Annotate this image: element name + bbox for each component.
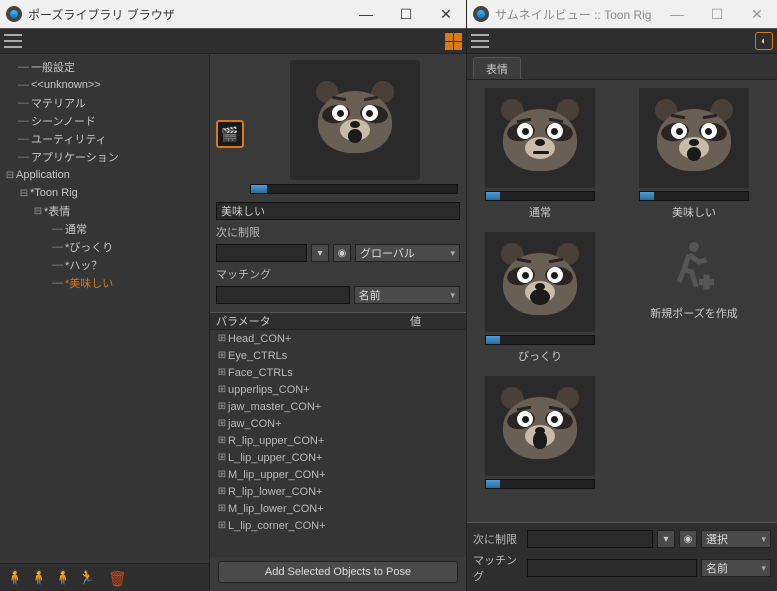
clapper-icon[interactable]: 🎬 — [216, 120, 244, 148]
tree-item[interactable]: *表情 — [44, 203, 70, 219]
matching-dropdown[interactable]: 名前 — [354, 286, 460, 304]
matching-input[interactable] — [527, 559, 697, 577]
pose-label: 美味しい — [672, 204, 716, 220]
tab-expressions[interactable]: 表情 — [473, 57, 521, 79]
select-dropdown[interactable]: 選択 — [701, 530, 771, 548]
param-item[interactable]: Face_CTRLs — [228, 367, 293, 379]
pose-preview — [290, 60, 420, 180]
minimize-button[interactable]: — — [657, 0, 697, 28]
character-icon[interactable] — [755, 32, 773, 50]
thumbnail-grid: 通常 美味しい びっくり 新規ポーズを作成 — [467, 80, 777, 522]
limit-dropdown-toggle[interactable]: ▾ — [311, 244, 329, 262]
param-item[interactable]: Eye_CTRLs — [228, 350, 287, 362]
add-pose-icon[interactable]: 🏃 — [78, 569, 96, 587]
window-title: サムネイルビュー :: Toon Rig — [495, 6, 657, 23]
matching-label: マッチング — [473, 552, 523, 584]
param-item[interactable]: R_lip_lower_CON+ — [228, 486, 322, 498]
limit-dropdown-toggle[interactable]: ▾ — [657, 530, 675, 548]
trash-icon[interactable]: 🗑 — [108, 570, 124, 586]
limit-input[interactable] — [216, 244, 307, 262]
limit-label: 次に制限 — [216, 224, 276, 240]
param-item[interactable]: L_lip_upper_CON+ — [228, 452, 322, 464]
tree-item[interactable]: 通常 — [65, 221, 87, 237]
limit-picker-icon[interactable]: ◉ — [333, 244, 351, 262]
param-col-value: 値 — [410, 313, 460, 329]
new-pose-label: 新規ポーズを作成 — [650, 305, 737, 321]
app-icon — [6, 6, 22, 22]
tree-item[interactable]: <<unknown>> — [31, 79, 101, 91]
toolbar-right — [467, 28, 777, 54]
tree-item[interactable]: シーンノード — [31, 113, 96, 129]
limit-input[interactable] — [527, 530, 653, 548]
menu-icon[interactable] — [4, 34, 22, 48]
add-objects-button[interactable]: Add Selected Objects to Pose — [218, 561, 458, 583]
tree-footer: 🧍 🧍 🧍 🏃 🗑 — [0, 563, 209, 591]
toolbar-left — [0, 28, 466, 54]
tab-strip: 表情 — [467, 54, 777, 80]
scope-dropdown[interactable]: グローバル — [355, 244, 460, 262]
tree-item[interactable]: Application — [16, 169, 70, 181]
tree-item[interactable]: 一般設定 — [31, 59, 75, 75]
param-item[interactable]: Head_CON+ — [228, 333, 291, 345]
maximize-button[interactable]: ☐ — [697, 0, 737, 28]
titlebar-right: サムネイルビュー :: Toon Rig — ☐ ✕ — [467, 0, 777, 28]
param-item[interactable]: upperlips_CON+ — [228, 384, 310, 396]
param-item[interactable]: R_lip_upper_CON+ — [228, 435, 324, 447]
pose-thumb[interactable]: びっくり — [475, 232, 605, 364]
pose-label: 通常 — [529, 204, 551, 220]
new-pose-button[interactable]: 新規ポーズを作成 — [629, 232, 759, 364]
pose-slider[interactable] — [639, 191, 749, 201]
minimize-button[interactable]: — — [346, 0, 386, 28]
matching-label: マッチング — [216, 266, 276, 282]
pose-icon-3[interactable]: 🧍 — [54, 569, 72, 587]
pose-slider[interactable] — [485, 479, 595, 489]
param-header: パラメータ 値 — [210, 312, 466, 330]
pose-slider[interactable] — [485, 335, 595, 345]
param-item[interactable]: L_lip_corner_CON+ — [228, 520, 326, 532]
pose-label: びっくり — [518, 348, 562, 364]
pose-name-input[interactable] — [216, 202, 460, 220]
param-item[interactable]: M_lip_upper_CON+ — [228, 469, 326, 481]
tree-item[interactable]: *びっくり — [65, 239, 113, 255]
param-col-name: パラメータ — [216, 313, 410, 329]
param-item[interactable]: jaw_CON+ — [228, 418, 282, 430]
tree-item[interactable]: *Toon Rig — [30, 187, 78, 199]
pose-slider[interactable] — [485, 191, 595, 201]
tree-item[interactable]: ユーティリティ — [31, 131, 107, 147]
pose-thumb[interactable] — [475, 376, 605, 489]
tree-item-selected[interactable]: *美味しい — [65, 275, 113, 291]
close-button[interactable]: ✕ — [426, 0, 466, 28]
matching-dropdown[interactable]: 名前 — [701, 559, 771, 577]
close-button[interactable]: ✕ — [737, 0, 777, 28]
pose-icon-2[interactable]: 🧍 — [30, 569, 48, 587]
limit-label: 次に制限 — [473, 531, 523, 547]
pose-tree[interactable]: —一般設定 —<<unknown>> —マテリアル —シーンノード —ユーティリ… — [0, 54, 209, 563]
pose-thumb[interactable]: 美味しい — [629, 88, 759, 220]
grid-view-icon[interactable] — [445, 33, 462, 50]
pose-thumb[interactable]: 通常 — [475, 88, 605, 220]
pose-icon-1[interactable]: 🧍 — [6, 569, 24, 587]
app-icon — [473, 6, 489, 22]
titlebar-left: ポーズライブラリ ブラウザ — ☐ ✕ — [0, 0, 466, 28]
window-title: ポーズライブラリ ブラウザ — [28, 6, 346, 23]
limit-picker-icon[interactable]: ◉ — [679, 530, 697, 548]
param-item[interactable]: jaw_master_CON+ — [228, 401, 321, 413]
matching-input[interactable] — [216, 286, 350, 304]
tree-item[interactable]: アプリケーション — [31, 149, 119, 165]
tree-item[interactable]: マテリアル — [31, 95, 86, 111]
maximize-button[interactable]: ☐ — [386, 0, 426, 28]
tree-item[interactable]: *ハッ？ — [65, 257, 102, 273]
runner-plus-icon — [664, 237, 724, 297]
preview-slider[interactable] — [250, 184, 458, 194]
bottom-bar: 次に制限 ▾ ◉ 選択 マッチング 名前 — [467, 522, 777, 591]
param-item[interactable]: M_lip_lower_CON+ — [228, 503, 324, 515]
menu-icon[interactable] — [471, 34, 489, 48]
param-list[interactable]: ⊞Head_CON+ ⊞Eye_CTRLs ⊞Face_CTRLs ⊞upper… — [210, 330, 466, 557]
